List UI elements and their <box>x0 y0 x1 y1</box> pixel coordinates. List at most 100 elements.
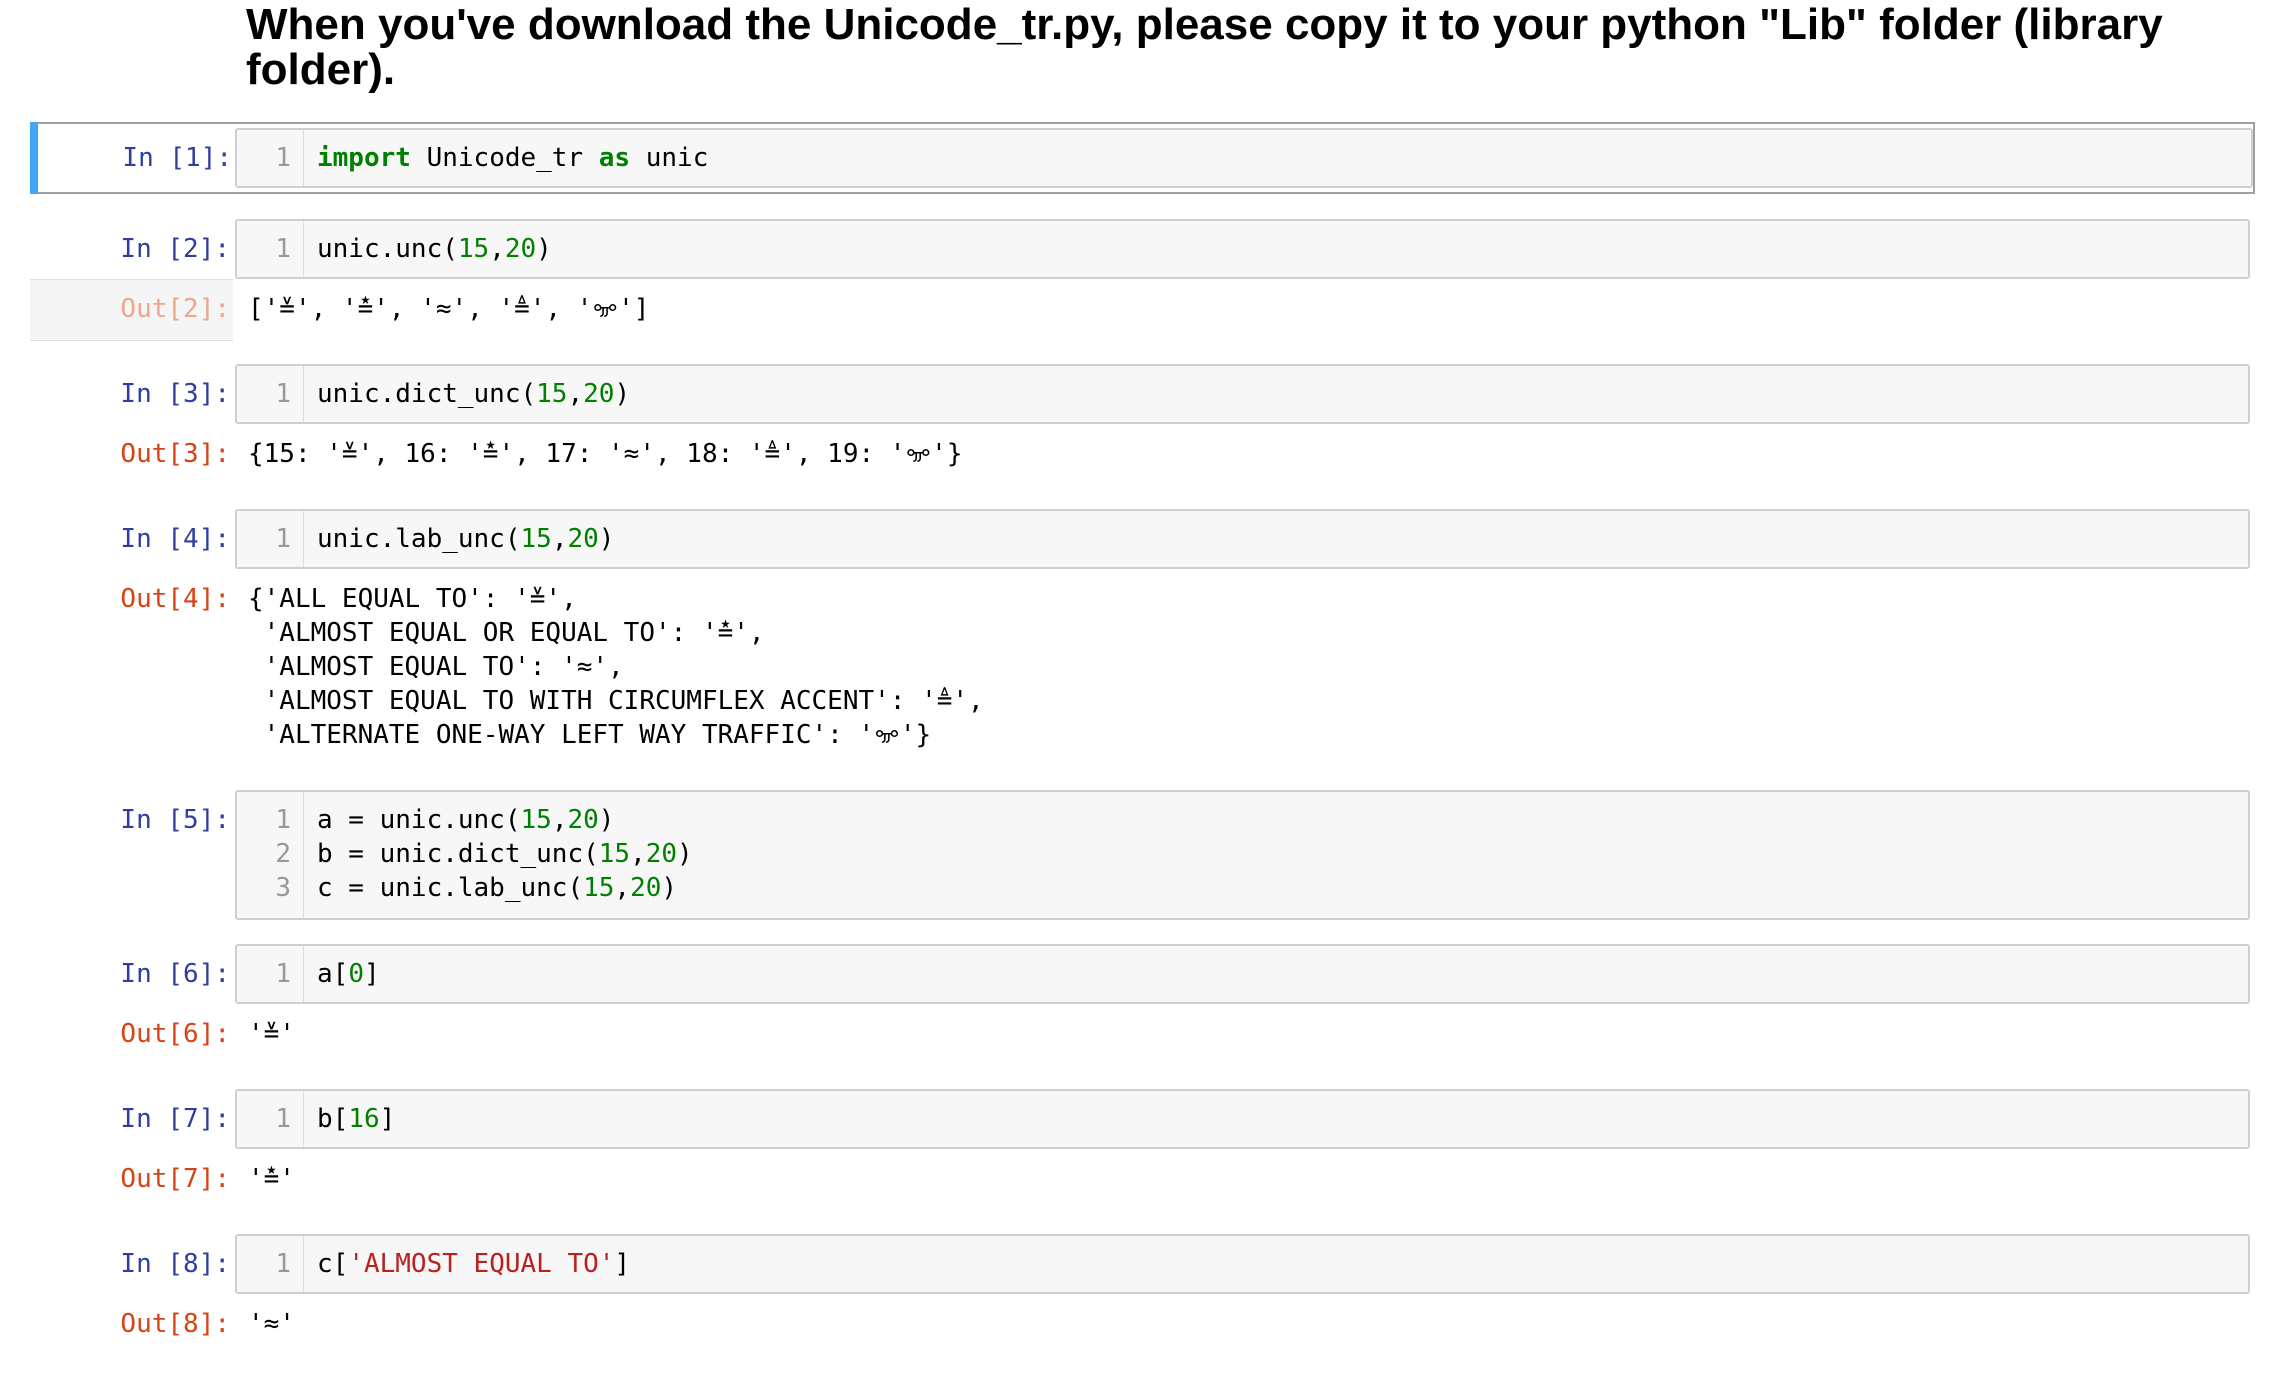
output-line: '≚' <box>248 1019 295 1049</box>
code-line: 1 unic.unc(15,20) <box>237 232 2248 266</box>
code-token: unic.unc( <box>317 234 458 264</box>
output-line: 'ALMOST EQUAL TO WITH CIRCUMFLEX ACCENT'… <box>248 686 984 716</box>
code-text: a = unic.unc(15,20) <box>317 803 614 837</box>
notebook-cell[interactable]: In [2]: 1 unic.unc(15,20) Out[2]: ['≚', '≛',… <box>30 219 2250 381</box>
line-number: 2 <box>275 839 291 869</box>
code-token: , <box>551 805 568 835</box>
cell-output: '≛' <box>248 1162 295 1196</box>
code-token: b = unic.dict_unc( <box>317 839 599 869</box>
code-keyword: import <box>317 143 411 173</box>
code-token: , <box>489 234 505 264</box>
notebook-cell[interactable]: In [5]: 1 a = unic.unc(15,20) 2 b = unic.dic… <box>30 790 2250 920</box>
input-prompt: In [4]: <box>120 524 230 554</box>
code-token: ] <box>379 1104 396 1134</box>
cell-output: '≈' <box>248 1307 295 1341</box>
code-line: 1 a[0] <box>237 957 2248 991</box>
cell-output: {15: '≚', 16: '≛', 17: '≈', 18: '≜', 19:… <box>248 437 963 471</box>
input-prompt: In [2]: <box>120 234 230 264</box>
code-editor[interactable]: 1 c['ALMOST EQUAL TO'] <box>235 1234 2250 1294</box>
notebook-cell[interactable]: In [4]: 1 unic.lab_unc(15,20) Out[4]: {'ALL … <box>30 509 2250 807</box>
code-text: unic.lab_unc(15,20) <box>317 522 614 556</box>
output-line: 'ALTERNATE ONE-WAY LEFT WAY TRAFFIC': 'ꗁ… <box>248 720 932 750</box>
input-prompt: In [8]: <box>120 1249 230 1279</box>
code-token: a = unic.unc( <box>317 805 521 835</box>
code-line: 1 a = unic.unc(15,20) <box>237 803 2248 837</box>
code-number: 15 <box>598 839 631 869</box>
notebook-cell[interactable]: In [3]: 1 unic.dict_unc(15,20) Out[3]: {15: … <box>30 364 2250 526</box>
code-text: b = unic.dict_unc(15,20) <box>317 837 693 871</box>
code-number: 16 <box>348 1104 380 1134</box>
code-token: Unicode_tr <box>410 143 599 173</box>
notebook-cell[interactable]: In [7]: 1 b[16] Out[7]: '≛' <box>30 1089 2250 1251</box>
code-keyword: as <box>598 143 631 173</box>
code-editor[interactable]: 1 b[16] <box>235 1089 2250 1149</box>
code-token: ) <box>614 379 631 409</box>
code-line: 3 c = unic.lab_unc(15,20) <box>237 871 2248 905</box>
code-line: 1 b[16] <box>237 1102 2248 1136</box>
code-line: 1 c['ALMOST EQUAL TO'] <box>237 1247 2248 1281</box>
output-line: {15: '≚', 16: '≛', 17: '≈', 18: '≜', 19:… <box>248 439 963 469</box>
code-editor[interactable]: 1 unic.lab_unc(15,20) <box>235 509 2250 569</box>
output-prompt: Out[4]: <box>120 584 230 614</box>
code-token: , <box>551 524 568 554</box>
code-text: c['ALMOST EQUAL TO'] <box>317 1247 630 1281</box>
notebook-cell[interactable]: In [8]: 1 c['ALMOST EQUAL TO'] Out[8]: '≈' <box>30 1234 2250 1396</box>
code-editor[interactable]: 1 unic.dict_unc(15,20) <box>235 364 2250 424</box>
code-text: import Unicode_tr as unic <box>317 141 708 175</box>
input-prompt: In [5]: <box>120 805 230 835</box>
output-line: '≈' <box>248 1309 295 1339</box>
input-prompt: In [7]: <box>120 1104 230 1134</box>
code-token: c[ <box>317 1249 349 1279</box>
code-editor[interactable]: 1a = unic.unc(15,20) 2 b = unic.dict_unc(1… <box>235 790 2250 920</box>
code-line: 1 unic.lab_unc(15,20) <box>237 522 2248 556</box>
output-line: ['≚', '≛', '≈', '≜', 'ꗁ'] <box>248 294 650 324</box>
code-text: unic.unc(15,20) <box>317 232 552 266</box>
code-token: ] <box>614 1249 631 1279</box>
code-token: unic <box>630 143 709 173</box>
code-token: c = unic.lab_unc( <box>317 873 584 903</box>
output-prompt: Out[8]: <box>120 1309 230 1339</box>
line-number: 1 <box>275 1104 291 1134</box>
code-line: 1 import Unicode_tr as unic <box>237 141 2251 175</box>
code-token: unic.dict_unc( <box>317 379 537 409</box>
line-number: 1 <box>275 234 291 264</box>
code-number: 20 <box>567 524 599 554</box>
code-text: b[16] <box>317 1102 395 1136</box>
code-line: 2 b = unic.dict_unc(15,20) <box>237 837 2248 871</box>
cell-output: ['≚', '≛', '≈', '≜', 'ꗁ'] <box>248 292 649 326</box>
code-token: , <box>614 873 631 903</box>
notebook-cell[interactable]: In [1]: 1 import Unicode_tr as unic <box>30 122 2255 194</box>
code-number: 15 <box>520 524 552 554</box>
code-text: unic.dict_unc(15,20) <box>317 377 630 411</box>
code-number: 20 <box>504 234 537 264</box>
code-number: 20 <box>645 839 678 869</box>
output-prompt: Out[7]: <box>120 1164 230 1194</box>
code-token: ) <box>661 873 678 903</box>
output-line: 'ALMOST EQUAL TO': '≈', <box>248 652 624 682</box>
notebook-cell[interactable]: In [6]: 1 a[0] Out[6]: '≚' <box>30 944 2250 1106</box>
output-prompt: Out[2]: <box>120 294 230 324</box>
cell-output: '≚' <box>248 1017 295 1051</box>
line-number: 1 <box>275 379 291 409</box>
line-number: 1 <box>275 143 291 173</box>
output-prompt: Out[3]: <box>120 439 230 469</box>
code-number: 15 <box>520 805 552 835</box>
notebook-page: When you've download the Unicode_tr.py, … <box>0 0 2272 1349</box>
line-number: 1 <box>275 1249 291 1279</box>
code-editor[interactable]: 1 unic.unc(15,20) <box>235 219 2250 279</box>
code-token: ) <box>598 805 615 835</box>
code-token: ) <box>536 234 552 264</box>
input-prompt: In [1]: <box>122 143 232 173</box>
code-number: 15 <box>583 873 615 903</box>
output-prompt: Out[6]: <box>120 1019 230 1049</box>
code-number: 15 <box>536 379 568 409</box>
code-token: unic.lab_unc( <box>317 524 521 554</box>
code-number: 20 <box>567 805 599 835</box>
code-editor[interactable]: 1 a[0] <box>235 944 2250 1004</box>
code-editor[interactable]: 1 import Unicode_tr as unic <box>235 128 2253 188</box>
code-token: , <box>567 379 584 409</box>
line-number: 1 <box>275 524 291 554</box>
code-number: 15 <box>457 234 490 264</box>
code-token: ] <box>363 959 380 989</box>
line-number: 1 <box>275 959 291 989</box>
